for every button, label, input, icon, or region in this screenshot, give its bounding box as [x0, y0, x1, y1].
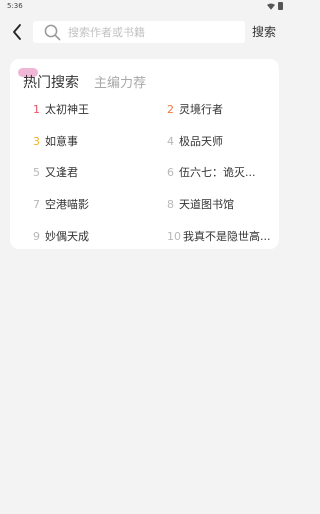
search-icon: [44, 24, 61, 41]
book-title: 如意事: [45, 135, 78, 148]
hot-search-card: 热门搜索 主编力荐 1 太初神王 2 灵境行者 3 如意事 4 极品天师 5 又…: [10, 59, 279, 249]
chevron-left-icon: [13, 24, 21, 40]
search-input[interactable]: [68, 23, 238, 41]
book-title: 太初神王: [45, 103, 89, 116]
tab-editor-picks[interactable]: 主编力荐: [94, 72, 146, 91]
hot-list-item[interactable]: 8 天道图书馆: [167, 196, 234, 212]
hot-list-item[interactable]: 7 空港喵影: [33, 196, 89, 212]
rank-number: 5: [33, 165, 40, 179]
rank-number: 1: [33, 102, 40, 116]
book-title: 极品天师: [179, 135, 223, 148]
rank-number: 9: [33, 229, 40, 243]
rank-number: 2: [167, 102, 174, 116]
back-button[interactable]: [8, 22, 26, 42]
rank-number: 10: [167, 229, 181, 243]
book-title: 天道图书馆: [179, 198, 234, 211]
status-icons: [267, 2, 283, 10]
rank-number: 6: [167, 165, 174, 179]
search-header: 搜索: [0, 16, 289, 48]
book-title: 灵境行者: [179, 103, 223, 116]
book-title: 妙偶天成: [45, 230, 89, 243]
hot-list-item[interactable]: 6 伍六七：诡灭...: [167, 164, 269, 180]
rank-number: 3: [33, 134, 40, 148]
wifi-icon: [267, 3, 275, 10]
hot-list-item[interactable]: 10 我真不是隐世高...: [167, 228, 275, 244]
hot-list-item[interactable]: 5 又逢君: [33, 164, 78, 180]
hot-list-item[interactable]: 1 太初神王: [33, 101, 89, 117]
tab-hot-search[interactable]: 热门搜索: [23, 72, 79, 92]
hot-list-item[interactable]: 9 妙偶天成: [33, 228, 89, 244]
rank-number: 8: [167, 197, 174, 211]
status-time: 5:36: [7, 2, 23, 10]
rank-number: 4: [167, 134, 174, 148]
search-box[interactable]: [33, 21, 245, 43]
book-title: 伍六七：诡灭...: [179, 166, 256, 179]
hot-list-item[interactable]: 4 极品天师: [167, 133, 223, 149]
search-button[interactable]: 搜索: [252, 23, 276, 40]
book-title: 空港喵影: [45, 198, 89, 211]
status-bar: 5:36: [0, 0, 289, 12]
book-title: 我真不是隐世高...: [183, 230, 271, 243]
hot-list-item[interactable]: 3 如意事: [33, 133, 78, 149]
hot-list-item[interactable]: 2 灵境行者: [167, 101, 223, 117]
rank-number: 7: [33, 197, 40, 211]
book-title: 又逢君: [45, 166, 78, 179]
battery-icon: [278, 2, 283, 10]
